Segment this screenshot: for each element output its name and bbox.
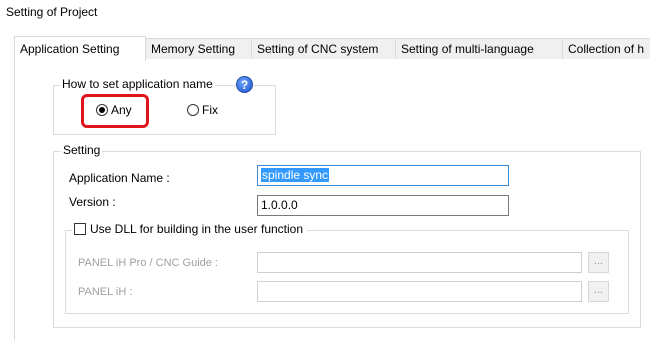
radio-any-indicator[interactable]: [96, 104, 108, 116]
tab-memory-setting[interactable]: Memory Setting: [145, 38, 252, 59]
tab-multi-language[interactable]: Setting of multi-language: [395, 38, 563, 59]
tab-bar: Application Setting Memory Setting Setti…: [14, 36, 650, 61]
radio-any-label: Any: [111, 103, 132, 117]
radio-any[interactable]: Any: [93, 103, 153, 119]
use-dll-checkbox[interactable]: [74, 223, 86, 235]
panel-ih-pro-label: PANEL iH Pro / CNC Guide :: [78, 257, 218, 269]
application-name-label: Application Name :: [69, 171, 170, 185]
version-label: Version :: [69, 195, 116, 209]
setting-legend: Setting: [61, 143, 103, 157]
panel-ih-pro-input[interactable]: [257, 252, 582, 273]
use-dll-label: Use DLL for building in the user functio…: [90, 222, 304, 236]
radio-fix-indicator[interactable]: [187, 104, 199, 116]
application-name-value: spindle sync: [261, 168, 330, 182]
panel-ih-input[interactable]: [257, 281, 582, 302]
help-icon[interactable]: ?: [236, 76, 253, 93]
app-name-method-legend: How to set application name: [60, 77, 215, 91]
radio-fix[interactable]: Fix: [187, 103, 237, 119]
radio-fix-label: Fix: [202, 103, 218, 117]
window-title: Setting of Project: [6, 5, 98, 19]
version-input[interactable]: 1.0.0.0: [257, 195, 509, 216]
panel-ih-browse-button[interactable]: ...: [588, 281, 609, 302]
tab-cnc-system[interactable]: Setting of CNC system: [251, 38, 396, 59]
use-dll-legend[interactable]: Use DLL for building in the user functio…: [72, 222, 308, 236]
panel-ih-label: PANEL iH :: [78, 286, 133, 298]
tab-application-setting[interactable]: Application Setting: [14, 36, 146, 61]
panel-ih-pro-browse-button[interactable]: ...: [588, 252, 609, 273]
tab-collection[interactable]: Collection of h: [562, 38, 650, 59]
application-name-input[interactable]: spindle sync: [257, 165, 509, 186]
